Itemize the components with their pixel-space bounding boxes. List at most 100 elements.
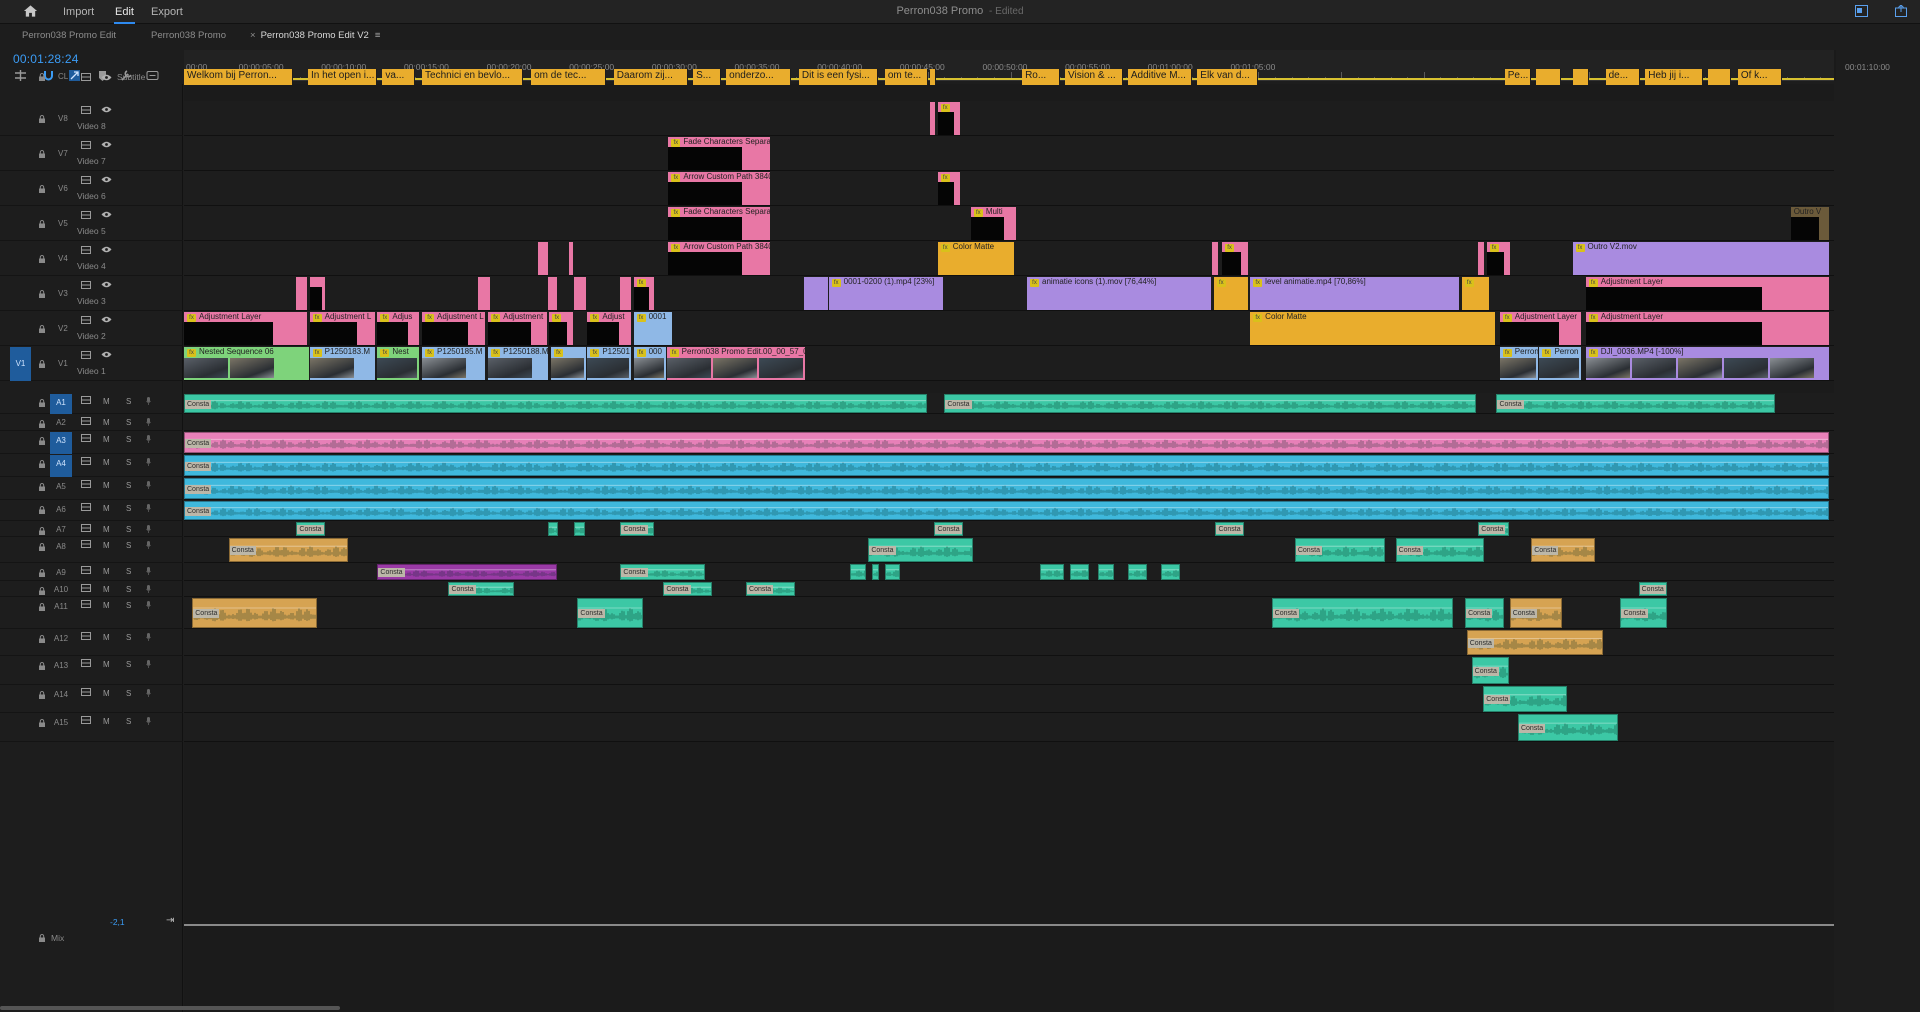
lock-track-icon[interactable] — [38, 460, 46, 468]
audio-clip[interactable] — [1160, 564, 1180, 580]
audio-clip[interactable]: Consta — [1638, 582, 1668, 596]
lock-track-icon[interactable] — [38, 420, 46, 428]
audio-lane-a10[interactable] — [184, 581, 1834, 597]
go-to-end-icon[interactable]: ⇥ — [166, 915, 174, 926]
transition-label[interactable]: Consta — [185, 506, 212, 516]
transition-label[interactable]: Consta — [449, 585, 476, 594]
transition-label[interactable]: Consta — [1295, 546, 1322, 555]
voiceover-mic-icon[interactable] — [146, 481, 151, 489]
audio-clip[interactable]: Consta — [184, 501, 1830, 520]
toggle-output-eye-icon[interactable] — [101, 74, 112, 81]
toggle-output-eye-icon[interactable] — [101, 141, 112, 148]
solo-button[interactable]: S — [126, 633, 131, 642]
solo-button[interactable]: S — [126, 525, 131, 534]
transition-label[interactable]: Consta — [1484, 695, 1511, 704]
lock-track-icon[interactable] — [38, 719, 46, 727]
mute-button[interactable]: M — [103, 541, 110, 550]
mute-button[interactable]: M — [103, 567, 110, 576]
subtitle-clip[interactable]: Dit is een fysi... — [798, 69, 879, 85]
track-id[interactable]: V6 — [58, 184, 68, 193]
lock-track-icon[interactable] — [38, 115, 46, 123]
track-target-a8[interactable]: A8 — [50, 538, 72, 563]
mute-button[interactable]: M — [103, 504, 110, 513]
voiceover-mic-icon[interactable] — [146, 601, 151, 609]
playhead-timecode[interactable]: 00:01:28:24 — [13, 52, 79, 66]
video-clip[interactable]: fx 0001-0200 (1).mp4 [23%] — [828, 277, 944, 310]
subtitle-clip[interactable]: Technici en bevlo... — [422, 69, 523, 85]
lock-track-icon[interactable] — [38, 73, 46, 81]
lock-track-icon[interactable] — [38, 185, 46, 193]
audio-clip[interactable] — [574, 522, 585, 536]
voiceover-mic-icon[interactable] — [146, 504, 151, 512]
transition-label[interactable]: Consta — [747, 585, 774, 594]
subtitle-clip[interactable]: Welkom bij Perron... — [184, 69, 294, 85]
track-id[interactable]: V2 — [58, 324, 68, 333]
sync-lock-icon[interactable] — [81, 716, 91, 724]
solo-button[interactable]: S — [126, 504, 131, 513]
track-target-a9[interactable]: A9 — [50, 564, 72, 581]
video-clip[interactable]: fx — [1222, 242, 1248, 275]
sync-lock-icon[interactable] — [81, 632, 91, 640]
audio-clip[interactable]: Consta — [620, 522, 655, 536]
subtitle-clip[interactable]: Daarom zij... — [613, 69, 689, 85]
video-clip[interactable]: fx Multi — [970, 207, 1017, 240]
toggle-output-eye-icon[interactable] — [101, 211, 112, 218]
subtitle-clip[interactable]: Heb jij i... — [1645, 69, 1704, 85]
audio-clip[interactable]: Consta — [746, 582, 795, 596]
close-tab-icon[interactable]: × — [250, 30, 256, 41]
track-target-a12[interactable]: A12 — [50, 630, 72, 656]
video-clip[interactable] — [1212, 242, 1218, 275]
audio-lane-a7[interactable] — [184, 521, 1834, 537]
voiceover-mic-icon[interactable] — [146, 689, 151, 697]
voiceover-mic-icon[interactable] — [146, 541, 151, 549]
lock-track-icon[interactable] — [38, 255, 46, 263]
video-clip[interactable]: fx 0001 — [633, 312, 673, 345]
video-clip[interactable]: fx Adjust — [587, 312, 631, 345]
audio-lane-a11[interactable] — [184, 597, 1834, 629]
video-clip[interactable]: fx P1250185.M — [422, 347, 486, 380]
video-clip[interactable]: fx Adjustment Layer — [1585, 277, 1830, 310]
sync-lock-icon[interactable] — [81, 211, 91, 219]
solo-button[interactable]: S — [126, 717, 131, 726]
solo-button[interactable]: S — [126, 418, 131, 427]
track-target-a11[interactable]: A11 — [50, 598, 72, 629]
video-clip[interactable]: fx 000 — [633, 347, 666, 380]
sync-lock-icon[interactable] — [81, 281, 91, 289]
mute-button[interactable]: M — [103, 435, 110, 444]
audio-clip[interactable] — [1127, 564, 1147, 580]
mix-volume-readout[interactable]: -2,1 — [110, 917, 125, 927]
voiceover-mic-icon[interactable] — [146, 567, 151, 575]
video-clip[interactable]: fx Perron — [1499, 347, 1539, 380]
voiceover-mic-icon[interactable] — [146, 418, 151, 426]
lock-track-icon[interactable] — [38, 325, 46, 333]
track-target-a15[interactable]: A15 — [50, 714, 72, 742]
lock-track-icon[interactable] — [38, 569, 46, 577]
solo-button[interactable]: S — [126, 481, 131, 490]
track-target-a3[interactable]: A3 — [50, 432, 72, 454]
audio-clip[interactable]: Consta — [1294, 538, 1385, 562]
lock-track-icon[interactable] — [38, 527, 46, 535]
video-clip[interactable]: fx Adjustment Layer — [1585, 312, 1830, 345]
solo-button[interactable]: S — [126, 601, 131, 610]
video-clip[interactable]: fx Perron — [1539, 347, 1582, 380]
sync-lock-icon[interactable] — [81, 457, 91, 465]
sync-lock-icon[interactable] — [81, 351, 91, 359]
subtitle-clip[interactable]: S... — [693, 69, 722, 85]
subtitle-clip[interactable] — [1708, 69, 1732, 85]
video-clip[interactable]: fx Adjustment L — [309, 312, 375, 345]
solo-button[interactable]: S — [126, 660, 131, 669]
transition-label[interactable]: Consta — [945, 399, 972, 409]
video-clip[interactable]: fx — [550, 347, 587, 380]
video-clip[interactable]: fx Color Matte — [937, 242, 1015, 275]
audio-clip[interactable]: Consta — [184, 432, 1830, 453]
subtitle-clip[interactable]: Additive M... — [1127, 69, 1193, 85]
transition-label[interactable]: Consta — [1216, 525, 1243, 534]
track-id[interactable]: V3 — [58, 289, 68, 298]
lock-track-icon[interactable] — [38, 691, 46, 699]
sync-lock-icon[interactable] — [81, 396, 91, 404]
lock-track-icon[interactable] — [38, 483, 46, 491]
mute-button[interactable]: M — [103, 418, 110, 427]
video-clip[interactable]: fx Adjus — [377, 312, 420, 345]
toggle-output-eye-icon[interactable] — [101, 246, 112, 253]
track-target-a7[interactable]: A7 — [50, 522, 72, 537]
